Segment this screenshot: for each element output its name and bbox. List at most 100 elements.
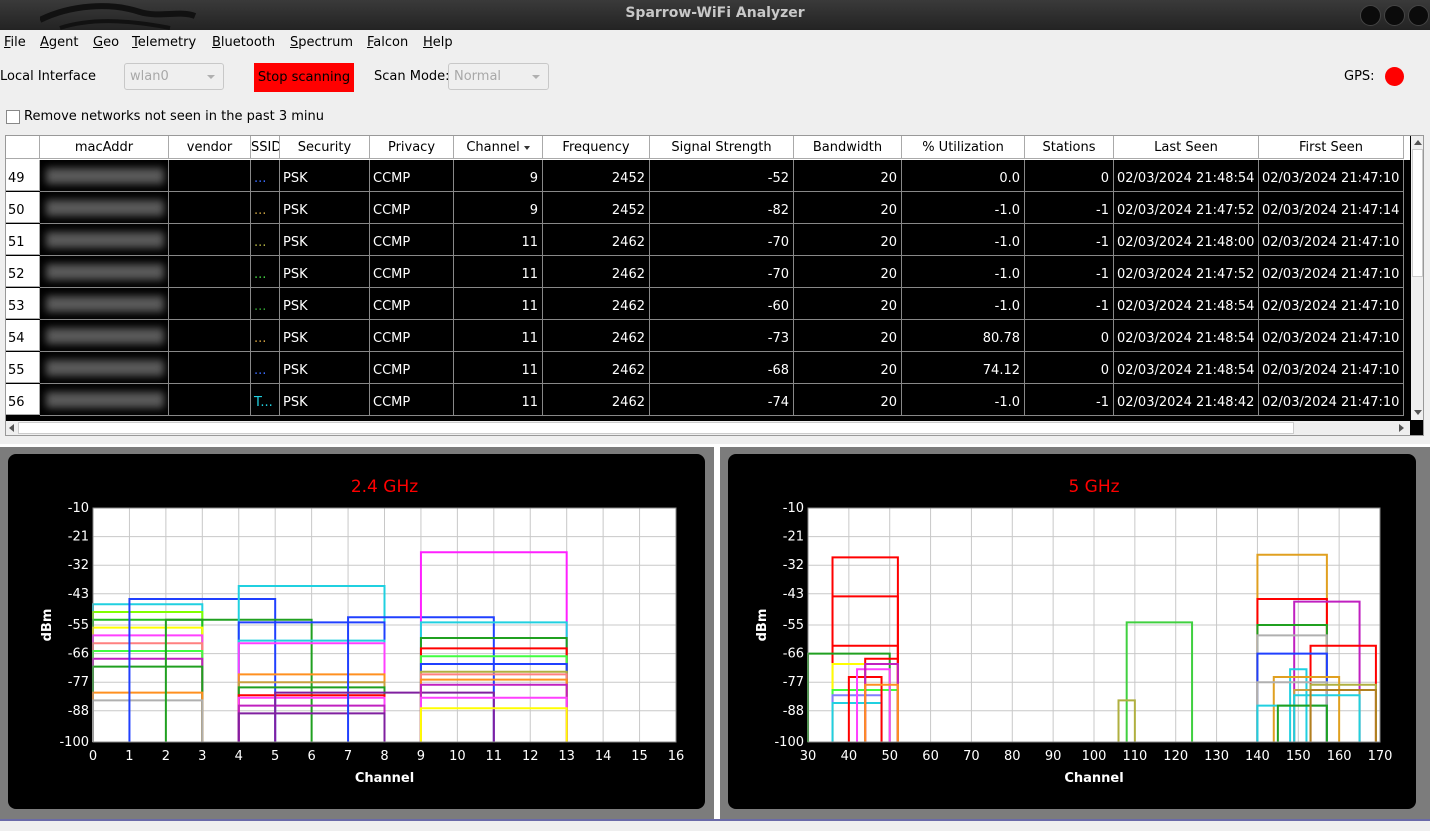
cell-first[interactable]: 02/03/2024 21:47:10 xyxy=(1259,256,1404,288)
cell-vendor[interactable] xyxy=(169,320,251,352)
cell-privacy[interactable]: CCMP xyxy=(370,384,454,416)
row-number[interactable]: 54 xyxy=(6,320,40,351)
cell-vendor[interactable] xyxy=(169,352,251,384)
menu-file[interactable]: File xyxy=(4,35,26,50)
cell-signal[interactable]: -52 xyxy=(650,160,794,192)
cell-frequency[interactable]: 2462 xyxy=(543,224,650,256)
vertical-scroll-thumb[interactable] xyxy=(1412,149,1423,277)
cell-last[interactable]: 02/03/2024 21:47:52 xyxy=(1114,256,1259,288)
cell-signal[interactable]: -70 xyxy=(650,224,794,256)
cell-mac[interactable] xyxy=(40,256,169,288)
cell-mac[interactable] xyxy=(40,384,169,416)
cell-bandwidth[interactable]: 20 xyxy=(794,320,902,352)
cell-ssid[interactable]: ... xyxy=(251,288,280,320)
cell-bandwidth[interactable]: 20 xyxy=(794,256,902,288)
row-number[interactable]: 51 xyxy=(6,224,40,255)
col-stations[interactable]: Stations xyxy=(1025,136,1114,159)
cell-bandwidth[interactable]: 20 xyxy=(794,224,902,256)
col-ssid[interactable]: SSID xyxy=(251,136,280,159)
cell-stations[interactable]: -1 xyxy=(1025,384,1114,416)
row-number[interactable]: 52 xyxy=(6,256,40,287)
cell-signal[interactable]: -60 xyxy=(650,288,794,320)
cell-channel[interactable]: 9 xyxy=(454,192,543,224)
cell-privacy[interactable]: CCMP xyxy=(370,256,454,288)
cell-security[interactable]: PSK xyxy=(280,288,370,320)
menu-spectrum[interactable]: Spectrum xyxy=(290,35,353,50)
row-number[interactable]: 55 xyxy=(6,352,40,383)
col-security[interactable]: Security xyxy=(280,136,370,159)
cell-first[interactable]: 02/03/2024 21:47:10 xyxy=(1259,224,1404,256)
cell-channel[interactable]: 11 xyxy=(454,384,543,416)
stop-scanning-button[interactable]: Stop scanning xyxy=(254,63,354,92)
cell-frequency[interactable]: 2462 xyxy=(543,288,650,320)
cell-channel[interactable]: 11 xyxy=(454,320,543,352)
cell-bandwidth[interactable]: 20 xyxy=(794,288,902,320)
cell-channel[interactable]: 11 xyxy=(454,224,543,256)
cell-last[interactable]: 02/03/2024 21:47:52 xyxy=(1114,192,1259,224)
cell-bandwidth[interactable]: 20 xyxy=(794,192,902,224)
menu-telemetry[interactable]: Telemetry xyxy=(132,35,196,50)
scroll-left-icon[interactable] xyxy=(9,424,14,432)
row-number[interactable]: 53 xyxy=(6,288,40,319)
cell-util[interactable]: -1.0 xyxy=(902,288,1025,320)
interface-select[interactable]: wlan0 xyxy=(124,63,224,90)
cell-stations[interactable]: 0 xyxy=(1025,320,1114,352)
menu-agent[interactable]: Agent xyxy=(40,35,79,50)
cell-stations[interactable]: 0 xyxy=(1025,352,1114,384)
cell-util[interactable]: -1.0 xyxy=(902,224,1025,256)
cell-frequency[interactable]: 2462 xyxy=(543,256,650,288)
cell-frequency[interactable]: 2462 xyxy=(543,320,650,352)
table-row[interactable]: 55... PSK CCMP 11 2462 -68 20 74.12 0 02/03/2024 … xyxy=(6,352,1410,384)
cell-util[interactable]: -1.0 xyxy=(902,192,1025,224)
cell-security[interactable]: PSK xyxy=(280,192,370,224)
cell-channel[interactable]: 11 xyxy=(454,352,543,384)
row-number[interactable]: 50 xyxy=(6,192,40,223)
corner-header[interactable] xyxy=(6,136,40,159)
cell-ssid[interactable]: ... xyxy=(251,352,280,384)
col-macaddr[interactable]: macAddr xyxy=(40,136,169,159)
cell-vendor[interactable] xyxy=(169,384,251,416)
table-row[interactable]: 52... PSK CCMP 11 2462 -70 20 -1.0 -1 02/03/2024 … xyxy=(6,256,1410,288)
cell-vendor[interactable] xyxy=(169,192,251,224)
cell-ssid[interactable]: T... xyxy=(251,384,280,416)
table-row[interactable]: 56 T... PSK CCMP 11 2462 -74 20 -1.0 -1 02/03/2024… xyxy=(6,384,1410,416)
table-row[interactable]: 49... PSK CCMP 9 2452 -52 20 0.0 0 02/03/2024 21:… xyxy=(6,160,1410,192)
cell-vendor[interactable] xyxy=(169,256,251,288)
menu-help[interactable]: Help xyxy=(423,35,453,50)
cell-first[interactable]: 02/03/2024 21:47:10 xyxy=(1259,384,1404,416)
col-first-seen[interactable]: First Seen xyxy=(1259,136,1404,159)
cell-last[interactable]: 02/03/2024 21:48:54 xyxy=(1114,352,1259,384)
row-number[interactable]: 56 xyxy=(6,384,40,415)
cell-privacy[interactable]: CCMP xyxy=(370,192,454,224)
cell-last[interactable]: 02/03/2024 21:48:54 xyxy=(1114,160,1259,192)
cell-stations[interactable]: -1 xyxy=(1025,256,1114,288)
cell-vendor[interactable] xyxy=(169,160,251,192)
cell-frequency[interactable]: 2462 xyxy=(543,384,650,416)
cell-stations[interactable]: -1 xyxy=(1025,224,1114,256)
cell-privacy[interactable]: CCMP xyxy=(370,288,454,320)
scroll-up-icon[interactable] xyxy=(1414,140,1422,145)
horizontal-scrollbar[interactable] xyxy=(6,421,1410,435)
cell-ssid[interactable]: ... xyxy=(251,192,280,224)
cell-mac[interactable] xyxy=(40,320,169,352)
cell-signal[interactable]: -82 xyxy=(650,192,794,224)
cell-util[interactable]: 80.78 xyxy=(902,320,1025,352)
col-last-seen[interactable]: Last Seen xyxy=(1114,136,1259,159)
col-vendor[interactable]: vendor xyxy=(169,136,251,159)
col-utilization[interactable]: % Utilization xyxy=(902,136,1025,159)
remove-old-networks-checkbox[interactable] xyxy=(6,110,20,124)
cell-mac[interactable] xyxy=(40,160,169,192)
close-button[interactable] xyxy=(1408,5,1429,26)
cell-ssid[interactable]: ... xyxy=(251,320,280,352)
col-privacy[interactable]: Privacy xyxy=(370,136,454,159)
cell-bandwidth[interactable]: 20 xyxy=(794,352,902,384)
cell-util[interactable]: -1.0 xyxy=(902,384,1025,416)
cell-first[interactable]: 02/03/2024 21:47:10 xyxy=(1259,160,1404,192)
cell-util[interactable]: -1.0 xyxy=(902,256,1025,288)
cell-last[interactable]: 02/03/2024 21:48:54 xyxy=(1114,288,1259,320)
cell-privacy[interactable]: CCMP xyxy=(370,224,454,256)
cell-vendor[interactable] xyxy=(169,288,251,320)
cell-vendor[interactable] xyxy=(169,224,251,256)
cell-security[interactable]: PSK xyxy=(280,384,370,416)
horizontal-scroll-thumb[interactable] xyxy=(18,422,1294,434)
